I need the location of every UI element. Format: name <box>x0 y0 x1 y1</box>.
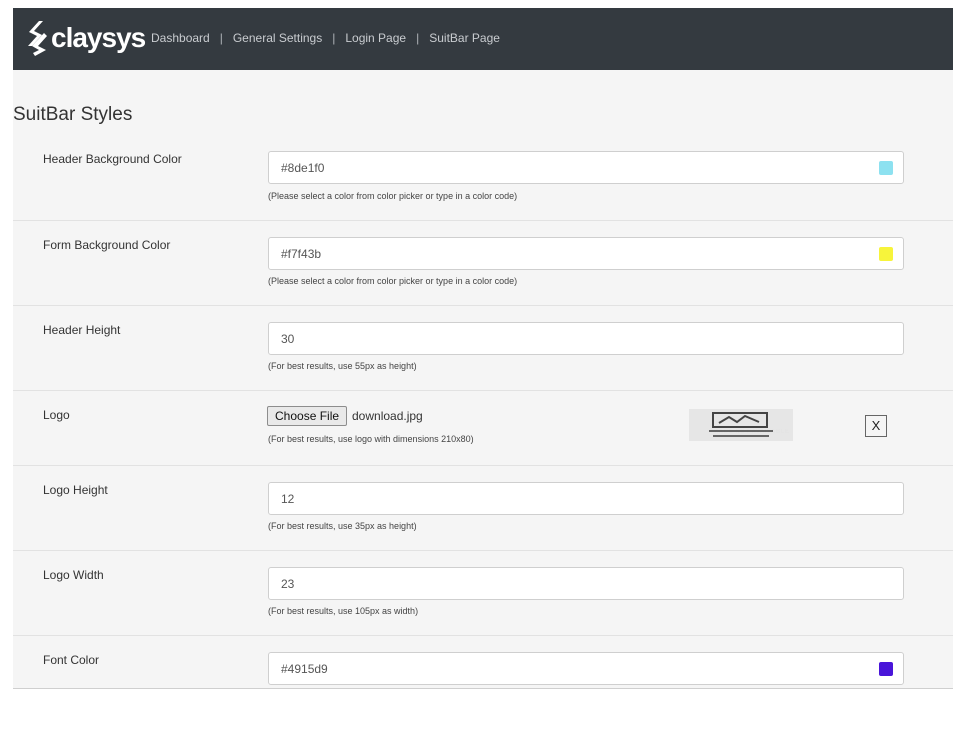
row-font-color: Font Color #4915d9 <box>13 636 953 688</box>
preview-text: IMAGE NOT AVAILABLE <box>711 429 789 435</box>
field-hint: (Please select a color from color picker… <box>268 276 518 286</box>
nav-general-settings[interactable]: General Settings <box>233 31 322 45</box>
header-background-color-input[interactable]: #8de1f0 <box>268 151 904 184</box>
color-picker-swatch[interactable] <box>879 247 893 261</box>
main-nav: Dashboard | General Settings | Login Pag… <box>151 31 500 45</box>
logo-preview-image: IMAGE NOT AVAILABLE <box>689 409 793 441</box>
field-hint: (Please select a color from color picker… <box>268 191 518 201</box>
field-value: #4915d9 <box>281 662 328 676</box>
nav-dashboard[interactable]: Dashboard <box>151 31 210 45</box>
field-value: 30 <box>281 332 295 346</box>
selected-file-name: download.jpg <box>352 409 423 423</box>
row-header-background-color: Header Background Color #8de1f0 (Please … <box>13 138 953 221</box>
nav-login-page[interactable]: Login Page <box>345 31 406 45</box>
row-logo-height: Logo Height 12 (For best results, use 35… <box>13 466 953 551</box>
field-value: 12 <box>281 492 295 506</box>
field-label: Logo <box>43 408 70 422</box>
page-title: SuitBar Styles <box>13 104 133 125</box>
field-label: Font Color <box>43 653 100 667</box>
brand-logo[interactable]: claysys <box>25 18 146 58</box>
font-color-input[interactable]: #4915d9 <box>268 652 904 685</box>
row-logo-width: Logo Width 23 (For best results, use 105… <box>13 551 953 636</box>
field-value: #8de1f0 <box>281 161 325 175</box>
field-label: Form Background Color <box>43 238 171 252</box>
field-label: Header Height <box>43 323 121 337</box>
form-background-color-input[interactable]: #f7f43b <box>268 237 904 270</box>
row-header-height: Header Height 30 (For best results, use … <box>13 306 953 391</box>
top-navbar: claysys Dashboard | General Settings | L… <box>13 8 953 70</box>
nav-separator: | <box>416 31 420 45</box>
nav-separator: | <box>332 31 336 45</box>
field-label: Header Background Color <box>43 152 182 166</box>
field-label: Logo Width <box>43 568 104 582</box>
nav-suitbar-page[interactable]: SuitBar Page <box>429 31 500 45</box>
logo-height-input[interactable]: 12 <box>268 482 904 515</box>
field-hint: (For best results, use 35px as height) <box>268 521 417 531</box>
nav-separator: | <box>219 31 223 45</box>
logo-width-input[interactable]: 23 <box>268 567 904 600</box>
field-hint: (For best results, use 105px as width) <box>268 606 419 616</box>
image-not-available-icon <box>709 412 773 437</box>
brand-name: claysys <box>51 22 146 53</box>
field-hint: (For best results, use logo with dimensi… <box>268 434 474 444</box>
color-picker-swatch[interactable] <box>879 161 893 175</box>
claysys-logo-icon <box>28 21 47 56</box>
field-value: 23 <box>281 577 295 591</box>
field-hint: (For best results, use 55px as height) <box>268 361 417 371</box>
choose-file-button[interactable]: Choose File <box>267 406 348 426</box>
field-value: #f7f43b <box>281 247 322 261</box>
field-label: Logo Height <box>43 483 108 497</box>
header-height-input[interactable]: 30 <box>268 322 904 355</box>
app-frame: claysys Dashboard | General Settings | L… <box>13 8 953 689</box>
row-form-background-color: Form Background Color #f7f43b (Please se… <box>13 221 953 306</box>
row-logo: Logo Choose File download.jpg (For best … <box>13 391 953 466</box>
color-picker-swatch[interactable] <box>879 662 893 676</box>
remove-logo-button[interactable]: X <box>865 415 887 437</box>
